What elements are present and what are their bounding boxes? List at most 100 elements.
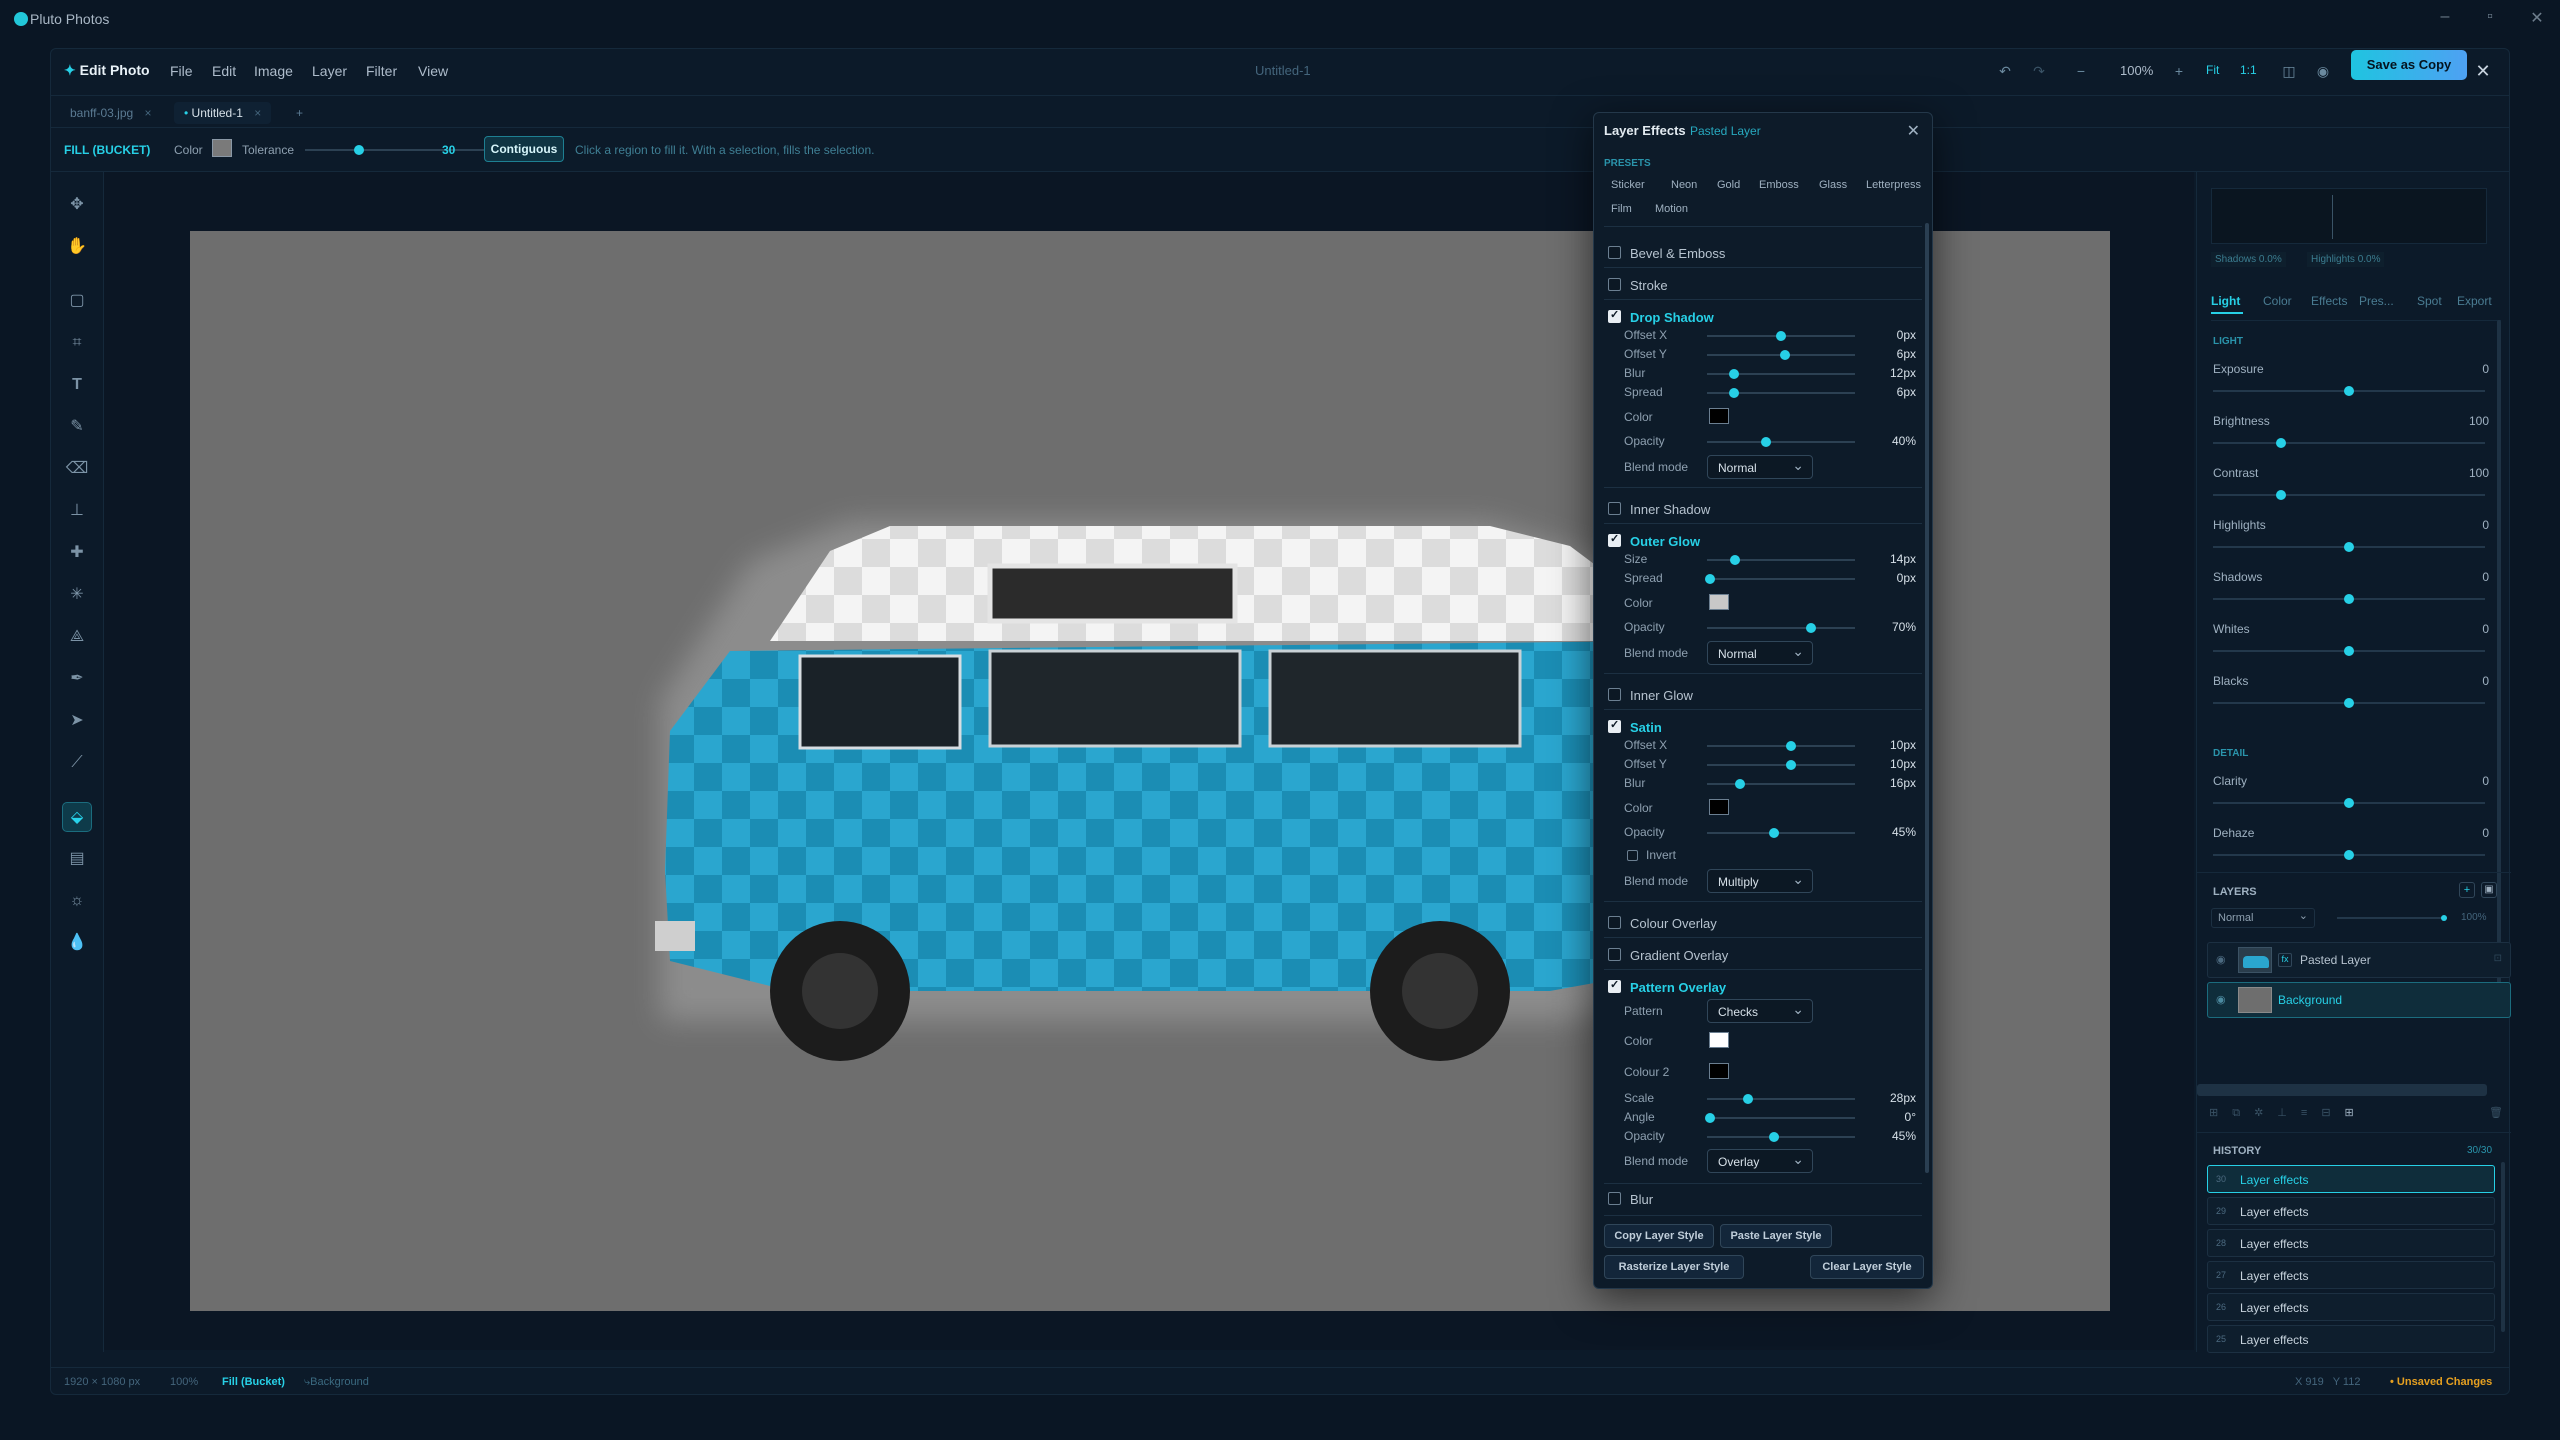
effect-colour-overlay[interactable]: Colour Overlay bbox=[1594, 911, 1932, 935]
menu-edit[interactable]: Edit bbox=[212, 63, 236, 79]
adjust-slider[interactable] bbox=[2213, 386, 2485, 396]
history-item[interactable]: 26 Layer effects bbox=[2207, 1293, 2495, 1321]
eyedropper-tool-icon[interactable]: ⟋ bbox=[62, 748, 92, 778]
tab-effects[interactable]: Effects bbox=[2311, 294, 2347, 308]
fill-bucket-tool-icon[interactable]: ⬙ bbox=[62, 802, 92, 832]
edit-photo-brand[interactable]: ✦ Edit Photo bbox=[64, 62, 150, 79]
slider-knob[interactable] bbox=[1805, 623, 1816, 633]
hand-tool-icon[interactable]: ✋ bbox=[62, 232, 92, 262]
history-item[interactable]: 27 Layer effects bbox=[2207, 1261, 2495, 1289]
slider-knob[interactable] bbox=[1730, 555, 1741, 565]
close-tab-icon[interactable]: × bbox=[254, 106, 261, 120]
satin-offset-x-slider[interactable] bbox=[1707, 741, 1855, 751]
marquee-tool-icon[interactable]: ▢ bbox=[62, 286, 92, 316]
tab-untitled[interactable]: • Untitled-1 × bbox=[174, 102, 272, 124]
zoom-out-icon[interactable]: − bbox=[2070, 60, 2092, 82]
invert-checkbox[interactable] bbox=[1627, 850, 1638, 861]
duplicate-icon[interactable]: ⧉ bbox=[2232, 1107, 2254, 1119]
history-item[interactable]: 25 Layer effects bbox=[2207, 1325, 2495, 1353]
close-window-icon[interactable]: ✕ bbox=[2522, 8, 2552, 28]
layer-blend-select[interactable]: Normal ⌄ bbox=[2211, 908, 2315, 928]
preview-eye-icon[interactable]: ◉ bbox=[2312, 60, 2334, 82]
slider-knob[interactable] bbox=[2276, 438, 2286, 448]
slider-knob[interactable] bbox=[1776, 331, 1786, 341]
flatten-icon[interactable]: ≡ bbox=[2301, 1107, 2321, 1119]
layer-opacity-slider[interactable] bbox=[2337, 915, 2447, 921]
zoom-in-icon[interactable]: + bbox=[2168, 60, 2190, 82]
new-tab-icon[interactable]: + bbox=[286, 102, 313, 124]
slider-knob[interactable] bbox=[1780, 350, 1791, 360]
slider-knob[interactable] bbox=[1786, 741, 1797, 751]
adjust-slider[interactable] bbox=[2213, 798, 2485, 808]
adjust-slider[interactable] bbox=[2213, 646, 2485, 656]
og-color-swatch[interactable] bbox=[1709, 594, 1729, 610]
effect-bevel[interactable]: Bevel & Emboss bbox=[1594, 241, 1932, 265]
slider-knob[interactable] bbox=[2344, 386, 2354, 396]
contiguous-toggle[interactable]: Contiguous bbox=[484, 136, 564, 162]
og-opacity-slider[interactable] bbox=[1707, 623, 1855, 633]
preset-film[interactable]: Film bbox=[1604, 198, 1639, 220]
close-tab-icon[interactable]: × bbox=[145, 106, 152, 120]
adjust-light-tool-icon[interactable]: ☼ bbox=[62, 886, 92, 916]
tab-color[interactable]: Color bbox=[2263, 294, 2292, 308]
add-layer-icon[interactable]: + bbox=[2459, 882, 2475, 898]
clear-layer-style-button[interactable]: Clear Layer Style bbox=[1810, 1255, 1924, 1279]
adjust-slider[interactable] bbox=[2213, 542, 2485, 552]
slider-knob[interactable] bbox=[2344, 646, 2354, 656]
drop-shadow-checkbox[interactable] bbox=[1608, 308, 1621, 323]
minimize-icon[interactable]: – bbox=[2430, 8, 2460, 26]
blur-checkbox[interactable] bbox=[1608, 1192, 1621, 1205]
shapes-tool-icon[interactable]: ⟁ bbox=[62, 622, 92, 652]
effect-inner-glow[interactable]: Inner Glow bbox=[1594, 683, 1932, 707]
select-arrow-tool-icon[interactable]: ➤ bbox=[62, 706, 92, 736]
lock-icon[interactable]: ⊡ bbox=[2494, 953, 2502, 964]
po-scale-slider[interactable] bbox=[1707, 1094, 1855, 1104]
layer-row-pasted[interactable]: ◉ fx Pasted Layer ⊡ bbox=[2207, 942, 2511, 978]
move-tool-icon[interactable]: ✥ bbox=[62, 190, 92, 220]
history-item[interactable]: 28 Layer effects bbox=[2207, 1229, 2495, 1257]
satin-offset-y-slider[interactable] bbox=[1707, 760, 1855, 770]
visibility-eye-icon[interactable]: ◉ bbox=[2216, 993, 2226, 1006]
preset-motion[interactable]: Motion bbox=[1648, 198, 1695, 220]
save-as-copy-button[interactable]: Save as Copy bbox=[2351, 50, 2467, 80]
fx-badge[interactable]: fx bbox=[2278, 953, 2292, 967]
layer-menu-icon[interactable]: ▣ bbox=[2481, 882, 2497, 898]
close-panel-icon[interactable]: ✕ bbox=[1907, 121, 1920, 141]
stroke-checkbox[interactable] bbox=[1608, 278, 1621, 291]
satin-blur-slider[interactable] bbox=[1707, 779, 1855, 789]
history-item[interactable]: 30 Layer effects bbox=[2207, 1165, 2495, 1193]
tolerance-knob[interactable] bbox=[354, 145, 364, 155]
pattern-select[interactable]: Checks bbox=[1707, 999, 1813, 1023]
preset-sticker[interactable]: Sticker bbox=[1604, 174, 1652, 196]
undo-icon[interactable]: ↶ bbox=[1994, 60, 2016, 82]
tab-banff[interactable]: banff-03.jpg × bbox=[60, 102, 162, 124]
maximize-icon[interactable]: ▫ bbox=[2475, 8, 2505, 26]
slider-knob[interactable] bbox=[1761, 437, 1772, 447]
slider-knob[interactable] bbox=[1743, 1094, 1754, 1104]
effect-pattern-overlay[interactable]: Pattern Overlay bbox=[1594, 975, 1932, 999]
ds-color-swatch[interactable] bbox=[1709, 408, 1729, 424]
tab-export[interactable]: Export bbox=[2457, 294, 2492, 308]
slider-knob[interactable] bbox=[2344, 850, 2354, 860]
adjust-slider[interactable] bbox=[2213, 594, 2485, 604]
tab-spot[interactable]: Spot bbox=[2417, 294, 2442, 308]
slider-knob[interactable] bbox=[1734, 779, 1745, 789]
preset-letterpress[interactable]: Letterpress bbox=[1859, 174, 1928, 196]
tab-light[interactable]: Light bbox=[2211, 294, 2240, 308]
adjust-slider[interactable] bbox=[2213, 850, 2485, 860]
tolerance-slider[interactable] bbox=[305, 145, 485, 155]
slider-knob[interactable] bbox=[1704, 574, 1715, 584]
inner-glow-checkbox[interactable] bbox=[1608, 688, 1621, 701]
paste-layer-style-button[interactable]: Paste Layer Style bbox=[1720, 1224, 1832, 1248]
slider-knob[interactable] bbox=[1786, 760, 1797, 770]
merge-icon[interactable]: ⊥ bbox=[2277, 1107, 2301, 1119]
ds-offset-y-slider[interactable] bbox=[1707, 350, 1855, 360]
po-color-swatch[interactable] bbox=[1709, 1032, 1729, 1048]
effect-inner-shadow[interactable]: Inner Shadow bbox=[1594, 497, 1932, 521]
ds-blend-select[interactable]: Normal bbox=[1707, 455, 1813, 479]
og-blend-select[interactable]: Normal bbox=[1707, 641, 1813, 665]
gradient-overlay-checkbox[interactable] bbox=[1608, 948, 1621, 961]
redo-icon[interactable]: ↷ bbox=[2028, 60, 2050, 82]
slider-knob[interactable] bbox=[2344, 698, 2354, 708]
slider-knob[interactable] bbox=[2276, 490, 2286, 500]
